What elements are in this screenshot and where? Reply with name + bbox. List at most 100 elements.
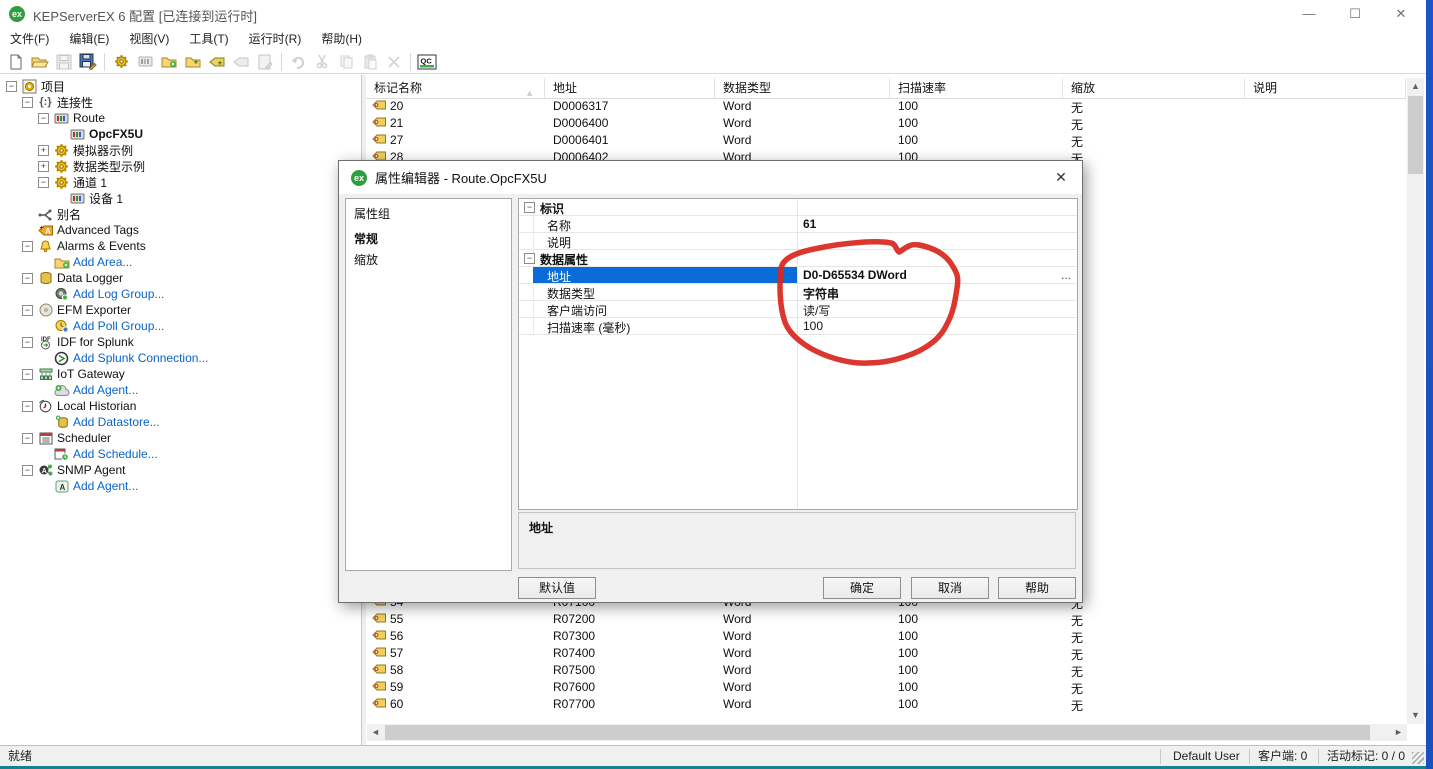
tree-item-opcfx5u[interactable]: OpcFX5U	[54, 126, 143, 142]
new-tag-icon[interactable]: *	[205, 51, 229, 73]
maximize-button[interactable]: ☐	[1340, 2, 1370, 26]
save-as-icon[interactable]	[76, 51, 100, 73]
property-value[interactable]: 61	[803, 217, 816, 231]
table-row-tag-59[interactable]: 59R07600Word100无	[366, 679, 1406, 696]
property-row-数据类型[interactable]: 数据类型字符串	[519, 284, 1077, 301]
quick-client-icon[interactable]: QC	[415, 51, 439, 73]
tree-expander-icon[interactable]: −	[22, 465, 33, 476]
tree-item-add-log-group-[interactable]: Add Log Group...	[38, 286, 164, 302]
horizontal-scrollbar[interactable]: ◄►	[367, 724, 1407, 741]
table-row-tag-55[interactable]: 55R07200Word100无	[366, 611, 1406, 628]
new-project-icon[interactable]	[4, 51, 28, 73]
minimize-button[interactable]: —	[1294, 2, 1324, 26]
property-row-客户端访问[interactable]: 客户端访问读/写	[519, 301, 1077, 318]
tree-item-idf-for-splunk[interactable]: −IDFIDF for Splunk	[22, 334, 134, 350]
vertical-scroll-thumb[interactable]	[1408, 96, 1423, 174]
tree-expander-icon[interactable]: −	[22, 401, 33, 412]
scroll-up-icon[interactable]: ▲	[1407, 78, 1424, 95]
property-value[interactable]: D0-D65534 DWord	[803, 268, 907, 282]
tree-item--[interactable]: −项目	[6, 78, 65, 94]
tree-expander-icon[interactable]: −	[22, 273, 33, 284]
scroll-right-icon[interactable]: ►	[1390, 724, 1407, 741]
vertical-scrollbar[interactable]: ▲▼	[1407, 78, 1424, 724]
tree-item-add-splunk-connection-[interactable]: Add Splunk Connection...	[38, 350, 208, 366]
collapse-icon[interactable]: −	[524, 202, 535, 213]
cancel-button[interactable]: 取消	[911, 577, 989, 599]
property-value[interactable]: 字符串	[803, 285, 839, 302]
tree-item--[interactable]: −{:}连接性	[22, 94, 93, 110]
menu-item-5[interactable]: 帮助(H)	[311, 28, 372, 50]
group-item-scaling[interactable]: 缩放	[354, 251, 503, 268]
tree-item-local-historian[interactable]: −Local Historian	[22, 398, 136, 414]
browse-ellipsis-button[interactable]: ...	[1061, 268, 1071, 282]
tree-item--[interactable]: 别名	[22, 206, 81, 222]
table-row-tag-56[interactable]: 56R07300Word100无	[366, 628, 1406, 645]
help-button[interactable]: 帮助	[998, 577, 1076, 599]
tree-item-add-agent-[interactable]: Add Agent...	[38, 382, 138, 398]
tree-item-efm-exporter[interactable]: −EFM Exporter	[22, 302, 131, 318]
property-value[interactable]: 读/写	[803, 302, 830, 319]
column-header-0[interactable]: 标记名称▲	[366, 78, 545, 98]
new-channel-icon[interactable]	[109, 51, 133, 73]
table-row-tag-60[interactable]: 60R07700Word100无	[366, 696, 1406, 713]
tree-expander-icon[interactable]: −	[22, 369, 33, 380]
column-header-4[interactable]: 缩放	[1063, 78, 1245, 98]
menu-item-3[interactable]: 工具(T)	[179, 28, 238, 50]
menu-item-1[interactable]: 编辑(E)	[59, 28, 119, 50]
tree-expander-icon[interactable]: −	[22, 305, 33, 316]
tree-item-add-poll-group-[interactable]: Add Poll Group...	[38, 318, 164, 334]
ok-button[interactable]: 确定	[823, 577, 901, 599]
table-row-tag-20[interactable]: 20D0006317Word100无	[366, 98, 1406, 115]
property-row-名称[interactable]: 名称61	[519, 216, 1077, 233]
tree-expander-icon[interactable]: −	[22, 337, 33, 348]
tree-item-data-logger[interactable]: −Data Logger	[22, 270, 123, 286]
column-header-1[interactable]: 地址	[545, 78, 715, 98]
tree-item-add-schedule-[interactable]: Add Schedule...	[38, 446, 158, 462]
grid-group-数据属性[interactable]: −数据属性	[519, 250, 1077, 267]
tree-item--1[interactable]: −通道 1	[38, 174, 107, 190]
tree-item-alarms-events[interactable]: −Alarms & Events	[22, 238, 146, 254]
tree-item-add-agent-[interactable]: AAdd Agent...	[38, 478, 138, 494]
new-tag-folder-icon[interactable]: *	[181, 51, 205, 73]
table-row-tag-21[interactable]: 21D0006400Word100无	[366, 115, 1406, 132]
table-row-tag-58[interactable]: 58R07500Word100无	[366, 662, 1406, 679]
collapse-icon[interactable]: −	[524, 253, 535, 264]
menu-item-2[interactable]: 视图(V)	[119, 28, 179, 50]
tree-item--1[interactable]: 设备 1	[54, 190, 123, 206]
scroll-down-icon[interactable]: ▼	[1407, 707, 1424, 724]
tree-expander-icon[interactable]: +	[38, 145, 49, 156]
table-row-tag-57[interactable]: 57R07400Word100无	[366, 645, 1406, 662]
menu-item-0[interactable]: 文件(F)	[0, 28, 59, 50]
tree-expander-icon[interactable]: −	[38, 113, 49, 124]
column-header-3[interactable]: 扫描速率	[890, 78, 1063, 98]
property-row-扫描速率 (毫秒)[interactable]: 扫描速率 (毫秒)100	[519, 318, 1077, 335]
tree-item-route[interactable]: −Route	[38, 110, 105, 126]
tree-expander-icon[interactable]: −	[22, 433, 33, 444]
tree-expander-icon[interactable]: −	[6, 81, 17, 92]
table-row-tag-27[interactable]: 27D0006401Word100无	[366, 132, 1406, 149]
tree-expander-icon[interactable]: −	[38, 177, 49, 188]
grid-group-标识[interactable]: −标识	[519, 199, 1077, 216]
tree-expander-icon[interactable]: +	[38, 161, 49, 172]
tree-item--[interactable]: +数据类型示例	[38, 158, 145, 174]
open-project-icon[interactable]	[28, 51, 52, 73]
new-tag-group-icon[interactable]	[157, 51, 181, 73]
group-item-general[interactable]: 常规	[354, 230, 503, 247]
tree-item-add-datastore-[interactable]: Add Datastore...	[38, 414, 160, 430]
column-header-5[interactable]: 说明	[1245, 78, 1406, 98]
property-row-地址[interactable]: 地址D0-D65534 DWord...	[519, 267, 1077, 284]
tree-item-advanced-tags[interactable]: A+Advanced Tags	[22, 222, 139, 238]
tree-expander-icon[interactable]: −	[22, 241, 33, 252]
menu-item-4[interactable]: 运行时(R)	[239, 28, 312, 50]
tree-item-scheduler[interactable]: −Scheduler	[22, 430, 111, 446]
resize-grip[interactable]	[1412, 752, 1424, 764]
tree-expander-icon[interactable]: −	[22, 97, 33, 108]
tree-item-add-area-[interactable]: Add Area...	[38, 254, 132, 270]
horizontal-scroll-thumb[interactable]	[385, 725, 1370, 740]
tree-item-iot-gateway[interactable]: −IoT Gateway	[22, 366, 125, 382]
dialog-close-icon[interactable]: ✕	[1048, 166, 1074, 188]
tree-item-snmp-agent[interactable]: −ASNMP Agent	[22, 462, 125, 478]
column-header-2[interactable]: 数据类型	[715, 78, 890, 98]
defaults-button[interactable]: 默认值	[518, 577, 596, 599]
tree-item--[interactable]: +模拟器示例	[38, 142, 133, 158]
